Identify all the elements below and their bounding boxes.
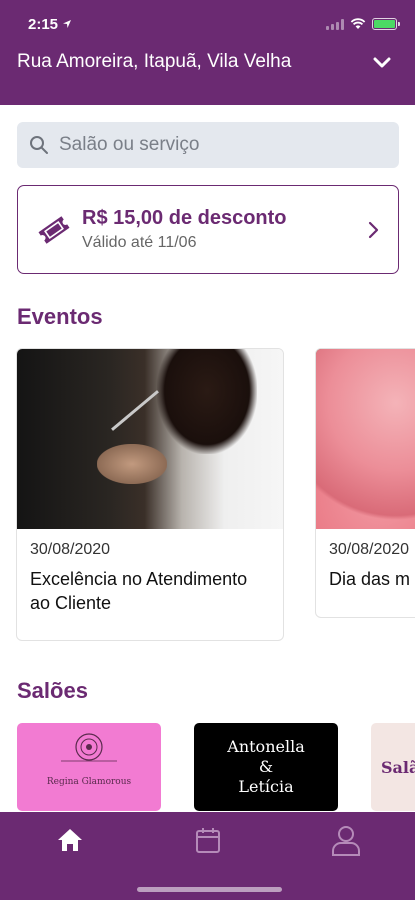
search-bar[interactable] — [17, 122, 399, 168]
search-input[interactable] — [59, 134, 359, 156]
status-bar: 2:15 — [28, 14, 400, 34]
status-time: 2:15 — [28, 16, 72, 33]
battery-icon — [372, 18, 400, 30]
event-card[interactable]: 30/08/2020 Excelência no Atendimento ao … — [16, 348, 284, 641]
salon-card[interactable]: Regina Glamorous — [17, 723, 161, 811]
ticket-icon — [38, 215, 70, 244]
discount-coupon-card[interactable]: R$ 15,00 de desconto Válido até 11/06 — [17, 185, 399, 274]
tab-calendar[interactable] — [192, 824, 224, 856]
cellular-signal-icon — [326, 18, 344, 30]
haircut-photo — [17, 349, 283, 529]
location-arrow-icon — [63, 20, 72, 28]
search-icon — [30, 136, 48, 154]
profile-icon — [332, 826, 360, 856]
salon-name: Regina Glamorous — [46, 777, 132, 787]
app-header: 2:15 Rua Amoreira, Itapuã, Vila Velha — [0, 0, 415, 105]
status-time-text: 2:15 — [28, 15, 59, 33]
salon-name: Antonella & Letícia — [227, 737, 305, 796]
home-indicator — [137, 887, 282, 892]
tab-profile[interactable] — [330, 824, 362, 856]
event-title: Dia das m — [329, 569, 411, 589]
salon-logo-ornament — [61, 733, 117, 762]
salon-name: Salã — [381, 757, 415, 777]
pink-flowers-photo — [316, 349, 415, 529]
salon-card[interactable]: Antonella & Letícia — [194, 723, 338, 811]
chevron-right-icon — [368, 221, 379, 238]
wifi-icon — [350, 18, 366, 29]
salon-card[interactable]: Salã — [371, 723, 415, 811]
event-title: Excelência no Atendimento ao Cliente — [30, 569, 248, 613]
calendar-icon — [196, 828, 220, 853]
event-card[interactable]: 30/08/2020 Dia das m — [315, 348, 415, 618]
chevron-down-icon[interactable] — [371, 51, 393, 73]
home-icon — [58, 829, 82, 851]
current-address: Rua Amoreira, Itapuã, Vila Velha — [17, 51, 292, 72]
coupon-validity: Válido até 11/06 — [82, 234, 197, 251]
event-date: 30/08/2020 — [30, 541, 111, 558]
event-date: 30/08/2020 — [329, 541, 410, 558]
salons-section-title: Salões — [17, 678, 88, 703]
coupon-title: R$ 15,00 de desconto — [82, 207, 287, 229]
coupon-texts: R$ 15,00 de desconto Válido até 11/06 — [82, 207, 362, 252]
events-section-title: Eventos — [17, 304, 103, 329]
tab-home[interactable] — [54, 824, 86, 856]
events-carousel[interactable]: 30/08/2020 Excelência no Atendimento ao … — [0, 348, 415, 648]
bottom-tab-bar — [0, 812, 415, 900]
address-selector[interactable]: Rua Amoreira, Itapuã, Vila Velha — [17, 48, 393, 76]
status-indicators — [326, 18, 400, 30]
salons-carousel[interactable]: Regina Glamorous Antonella & Letícia Sal… — [0, 723, 415, 813]
